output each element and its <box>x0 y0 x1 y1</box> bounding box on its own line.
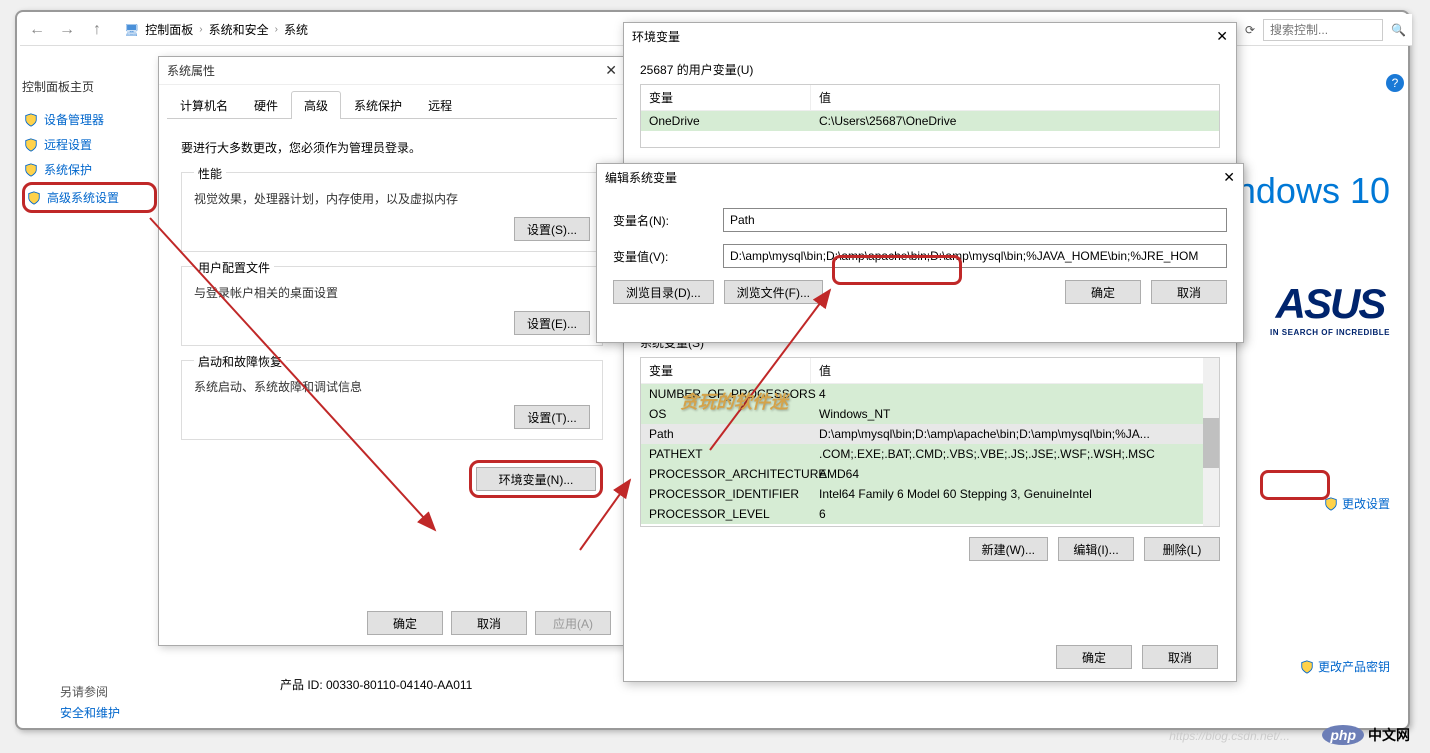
table-row[interactable]: OneDrive C:\Users\25687\OneDrive <box>641 111 1219 131</box>
tab-protection[interactable]: 系统保护 <box>341 91 415 119</box>
user-profile-group: 用户配置文件 与登录帐户相关的桌面设置 设置(E)... <box>181 266 603 346</box>
sidebar: 控制面板主页 设备管理器 远程设置 系统保护 高级系统设置 <box>22 78 157 213</box>
scrollbar-thumb[interactable] <box>1203 418 1219 468</box>
cancel-button[interactable]: 取消 <box>1142 645 1218 669</box>
ok-button[interactable]: 确定 <box>1056 645 1132 669</box>
dialog-title: 编辑系统变量 <box>605 169 677 186</box>
help-icon[interactable]: ? <box>1386 74 1404 92</box>
forward-button[interactable]: → <box>56 19 78 41</box>
admin-note: 要进行大多数更改，您必须作为管理员登录。 <box>181 139 603 156</box>
user-vars-table[interactable]: 变量 值 OneDrive C:\Users\25687\OneDrive <box>640 84 1220 148</box>
dialog-title: 系统属性 <box>167 62 215 79</box>
tabs: 计算机名 硬件 高级 系统保护 远程 <box>167 91 617 119</box>
shield-icon <box>1300 660 1314 674</box>
var-value-input[interactable] <box>723 244 1227 268</box>
table-row[interactable]: PROCESSOR_ARCHITECTUREAMD64 <box>641 464 1219 484</box>
var-name-label: 变量名(N): <box>613 212 723 229</box>
tab-advanced[interactable]: 高级 <box>291 91 341 119</box>
shield-icon <box>27 191 41 205</box>
search-icon[interactable]: 🔍 <box>1391 23 1406 37</box>
shield-icon <box>24 113 38 127</box>
sidebar-see-also: 另请参阅 安全和维护 <box>60 679 120 725</box>
tab-hardware[interactable]: 硬件 <box>241 91 291 119</box>
env-vars-dialog: 环境变量 ✕ 25687 的用户变量(U) 变量 值 OneDrive C:\U… <box>623 22 1237 682</box>
var-name-input[interactable] <box>723 208 1227 232</box>
startup-settings-button[interactable]: 设置(T)... <box>514 405 590 429</box>
titlebar[interactable]: 系统属性 ✕ <box>159 57 625 85</box>
table-row-path[interactable]: PathD:\amp\mysql\bin;D:\amp\apache\bin;D… <box>641 424 1219 444</box>
dialog-title: 环境变量 <box>632 28 680 45</box>
up-button[interactable]: ↑ <box>86 19 108 41</box>
apply-button[interactable]: 应用(A) <box>535 611 611 635</box>
product-id: 产品 ID: 00330-80110-04140-AA011 <box>280 676 472 693</box>
edit-sysvar-dialog: 编辑系统变量 ✕ 变量名(N): 变量值(V): 浏览目录(D)... 浏览文件… <box>596 163 1244 343</box>
sidebar-item-protection[interactable]: 系统保护 <box>22 157 157 182</box>
sidebar-item-device-manager[interactable]: 设备管理器 <box>22 107 157 132</box>
sidebar-item-advanced[interactable]: 高级系统设置 <box>22 182 157 213</box>
close-icon[interactable]: ✕ <box>1216 28 1228 45</box>
env-vars-button[interactable]: 环境变量(N)... <box>476 467 596 491</box>
refresh-icon[interactable]: ⟳ <box>1245 23 1255 37</box>
sidebar-title: 控制面板主页 <box>22 78 157 95</box>
edit-button[interactable]: 编辑(I)... <box>1058 537 1134 561</box>
change-settings-link[interactable]: 更改设置 <box>1324 495 1390 512</box>
var-value-label: 变量值(V): <box>613 248 723 265</box>
close-icon[interactable]: ✕ <box>1223 169 1235 186</box>
ok-button[interactable]: 确定 <box>367 611 443 635</box>
table-row[interactable]: PROCESSOR_LEVEL6 <box>641 504 1219 524</box>
table-row[interactable]: PROCESSOR_IDENTIFIERIntel64 Family 6 Mod… <box>641 484 1219 504</box>
table-row[interactable]: OSWindows_NT <box>641 404 1219 424</box>
csdn-watermark: https://blog.csdn.net/... <box>1169 729 1290 743</box>
user-vars-label: 25687 的用户变量(U) <box>640 61 1220 78</box>
sidebar-item-remote[interactable]: 远程设置 <box>22 132 157 157</box>
table-row[interactable]: PATHEXT.COM;.EXE;.BAT;.CMD;.VBS;.VBE;.JS… <box>641 444 1219 464</box>
browse-file-button[interactable]: 浏览文件(F)... <box>724 280 823 304</box>
change-product-key-link[interactable]: 更改产品密钥 <box>1300 658 1390 675</box>
tab-computer-name[interactable]: 计算机名 <box>167 91 241 119</box>
sidebar-link-security[interactable]: 安全和维护 <box>60 704 120 721</box>
asus-logo: ASUS IN SEARCH OF INCREDIBLE <box>1270 280 1390 337</box>
user-profile-settings-button[interactable]: 设置(E)... <box>514 311 590 335</box>
shield-icon <box>24 138 38 152</box>
system-properties-dialog: 系统属性 ✕ 计算机名 硬件 高级 系统保护 远程 要进行大多数更改，您必须作为… <box>158 56 626 646</box>
close-icon[interactable]: ✕ <box>605 62 617 79</box>
delete-button[interactable]: 删除(L) <box>1144 537 1220 561</box>
back-button[interactable]: ← <box>26 19 48 41</box>
shield-icon <box>1324 497 1338 511</box>
shield-icon <box>24 163 38 177</box>
table-row[interactable]: NUMBER_OF_PROCESSORS4 <box>641 384 1219 404</box>
cancel-button[interactable]: 取消 <box>451 611 527 635</box>
performance-group: 性能 视觉效果，处理器计划，内存使用，以及虚拟内存 设置(S)... <box>181 172 603 252</box>
titlebar[interactable]: 编辑系统变量 ✕ <box>597 164 1243 190</box>
breadcrumb[interactable]: 🖥 控制面板› 系统和安全› 系统 <box>124 21 308 38</box>
cancel-button[interactable]: 取消 <box>1151 280 1227 304</box>
new-button[interactable]: 新建(W)... <box>969 537 1048 561</box>
titlebar[interactable]: 环境变量 ✕ <box>624 23 1236 49</box>
browse-dir-button[interactable]: 浏览目录(D)... <box>613 280 714 304</box>
php-badge: php中文网 <box>1322 725 1410 745</box>
sys-vars-table[interactable]: 变量 值 NUMBER_OF_PROCESSORS4 OSWindows_NT … <box>640 357 1220 527</box>
tab-remote[interactable]: 远程 <box>415 91 465 119</box>
performance-settings-button[interactable]: 设置(S)... <box>514 217 590 241</box>
ok-button[interactable]: 确定 <box>1065 280 1141 304</box>
startup-group: 启动和故障恢复 系统启动、系统故障和调试信息 设置(T)... <box>181 360 603 440</box>
search-input[interactable] <box>1263 19 1383 41</box>
